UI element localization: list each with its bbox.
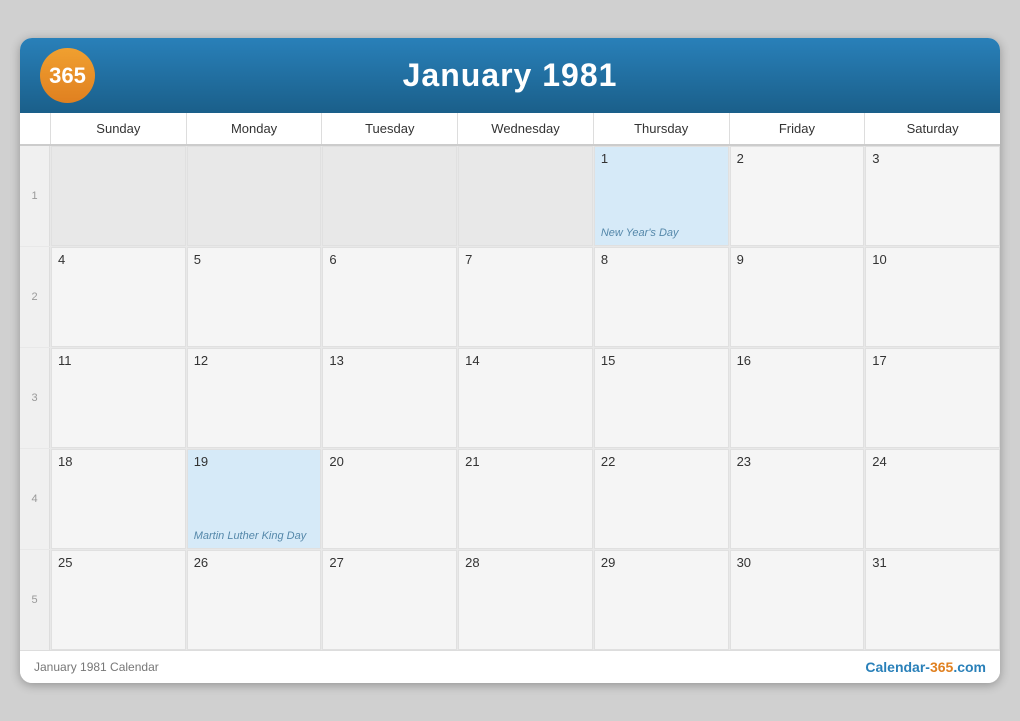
day-cell-8[interactable]: 8 bbox=[594, 247, 729, 347]
day-cell-empty-0-2[interactable] bbox=[322, 146, 457, 246]
day-header-fri: Friday bbox=[729, 113, 865, 144]
week-num-4: 4 bbox=[20, 449, 50, 549]
day-cell-31[interactable]: 31 bbox=[865, 550, 1000, 650]
day-number: 5 bbox=[194, 252, 315, 267]
footer-brand-com: .com bbox=[953, 659, 986, 675]
day-cell-16[interactable]: 16 bbox=[730, 348, 865, 448]
week-num-5: 5 bbox=[20, 550, 50, 650]
day-cell-3[interactable]: 3 bbox=[865, 146, 1000, 246]
footer-brand-calendar: Calendar- bbox=[865, 659, 930, 675]
day-number: 8 bbox=[601, 252, 722, 267]
calendar-title: January 1981 bbox=[95, 57, 925, 94]
footer-brand-365: 365 bbox=[930, 659, 953, 675]
holiday-label: New Year's Day bbox=[601, 227, 722, 239]
day-number: 22 bbox=[601, 454, 722, 469]
day-cell-26[interactable]: 26 bbox=[187, 550, 322, 650]
day-header-sat: Saturday bbox=[864, 113, 1000, 144]
week-num-3: 3 bbox=[20, 348, 50, 448]
day-header-sun: Sunday bbox=[50, 113, 186, 144]
day-cell-11[interactable]: 11 bbox=[51, 348, 186, 448]
day-number: 6 bbox=[329, 252, 450, 267]
day-number: 30 bbox=[737, 555, 858, 570]
day-cell-23[interactable]: 23 bbox=[730, 449, 865, 549]
day-number: 11 bbox=[58, 353, 179, 368]
day-cell-13[interactable]: 13 bbox=[322, 348, 457, 448]
day-cell-2[interactable]: 2 bbox=[730, 146, 865, 246]
day-number: 21 bbox=[465, 454, 586, 469]
day-number: 24 bbox=[872, 454, 993, 469]
day-cell-12[interactable]: 12 bbox=[187, 348, 322, 448]
day-cell-24[interactable]: 24 bbox=[865, 449, 1000, 549]
day-cell-28[interactable]: 28 bbox=[458, 550, 593, 650]
day-number: 29 bbox=[601, 555, 722, 570]
calendar-header: 365 January 1981 bbox=[20, 38, 1000, 113]
day-number: 12 bbox=[194, 353, 315, 368]
day-cell-15[interactable]: 15 bbox=[594, 348, 729, 448]
holiday-label: Martin Luther King Day bbox=[194, 530, 315, 542]
day-number: 27 bbox=[329, 555, 450, 570]
week-num-1: 1 bbox=[20, 146, 50, 246]
footer-left: January 1981 Calendar bbox=[34, 660, 159, 674]
day-cell-30[interactable]: 30 bbox=[730, 550, 865, 650]
day-cell-14[interactable]: 14 bbox=[458, 348, 593, 448]
day-number: 16 bbox=[737, 353, 858, 368]
day-cell-22[interactable]: 22 bbox=[594, 449, 729, 549]
day-number: 1 bbox=[601, 151, 722, 166]
day-header-wed: Wednesday bbox=[457, 113, 593, 144]
day-number: 26 bbox=[194, 555, 315, 570]
day-number: 7 bbox=[465, 252, 586, 267]
calendar-body: 11New Year's Day232456789103111213141516… bbox=[20, 145, 1000, 650]
day-cell-empty-0-0[interactable] bbox=[51, 146, 186, 246]
day-number: 2 bbox=[737, 151, 858, 166]
day-number: 31 bbox=[872, 555, 993, 570]
day-number: 14 bbox=[465, 353, 586, 368]
day-cell-4[interactable]: 4 bbox=[51, 247, 186, 347]
day-number: 20 bbox=[329, 454, 450, 469]
footer-right: Calendar-365.com bbox=[865, 659, 986, 675]
week-num-header bbox=[20, 113, 50, 144]
day-number: 13 bbox=[329, 353, 450, 368]
day-cell-1[interactable]: 1 New Year's Day bbox=[594, 146, 729, 246]
day-number: 15 bbox=[601, 353, 722, 368]
day-cell-empty-0-3[interactable] bbox=[458, 146, 593, 246]
day-cell-18[interactable]: 18 bbox=[51, 449, 186, 549]
day-number: 17 bbox=[872, 353, 993, 368]
day-cell-27[interactable]: 27 bbox=[322, 550, 457, 650]
day-cell-empty-0-1[interactable] bbox=[187, 146, 322, 246]
day-cell-10[interactable]: 10 bbox=[865, 247, 1000, 347]
day-number: 3 bbox=[872, 151, 993, 166]
day-header-tue: Tuesday bbox=[321, 113, 457, 144]
day-cell-9[interactable]: 9 bbox=[730, 247, 865, 347]
day-header-mon: Monday bbox=[186, 113, 322, 144]
day-number: 28 bbox=[465, 555, 586, 570]
day-number: 25 bbox=[58, 555, 179, 570]
calendar-wrapper: 365 January 1981 Sunday Monday Tuesday W… bbox=[20, 38, 1000, 683]
day-number: 9 bbox=[737, 252, 858, 267]
day-header-thu: Thursday bbox=[593, 113, 729, 144]
day-cell-7[interactable]: 7 bbox=[458, 247, 593, 347]
day-number: 4 bbox=[58, 252, 179, 267]
day-number: 10 bbox=[872, 252, 993, 267]
day-number: 23 bbox=[737, 454, 858, 469]
day-cell-21[interactable]: 21 bbox=[458, 449, 593, 549]
day-headers: Sunday Monday Tuesday Wednesday Thursday… bbox=[20, 113, 1000, 145]
day-number: 19 bbox=[194, 454, 315, 469]
day-cell-17[interactable]: 17 bbox=[865, 348, 1000, 448]
day-cell-25[interactable]: 25 bbox=[51, 550, 186, 650]
day-number: 18 bbox=[58, 454, 179, 469]
week-num-2: 2 bbox=[20, 247, 50, 347]
day-cell-20[interactable]: 20 bbox=[322, 449, 457, 549]
day-cell-29[interactable]: 29 bbox=[594, 550, 729, 650]
day-cell-5[interactable]: 5 bbox=[187, 247, 322, 347]
day-cell-19[interactable]: 19 Martin Luther King Day bbox=[187, 449, 322, 549]
day-cell-6[interactable]: 6 bbox=[322, 247, 457, 347]
logo-badge: 365 bbox=[40, 48, 95, 103]
calendar-footer: January 1981 Calendar Calendar-365.com bbox=[20, 650, 1000, 683]
